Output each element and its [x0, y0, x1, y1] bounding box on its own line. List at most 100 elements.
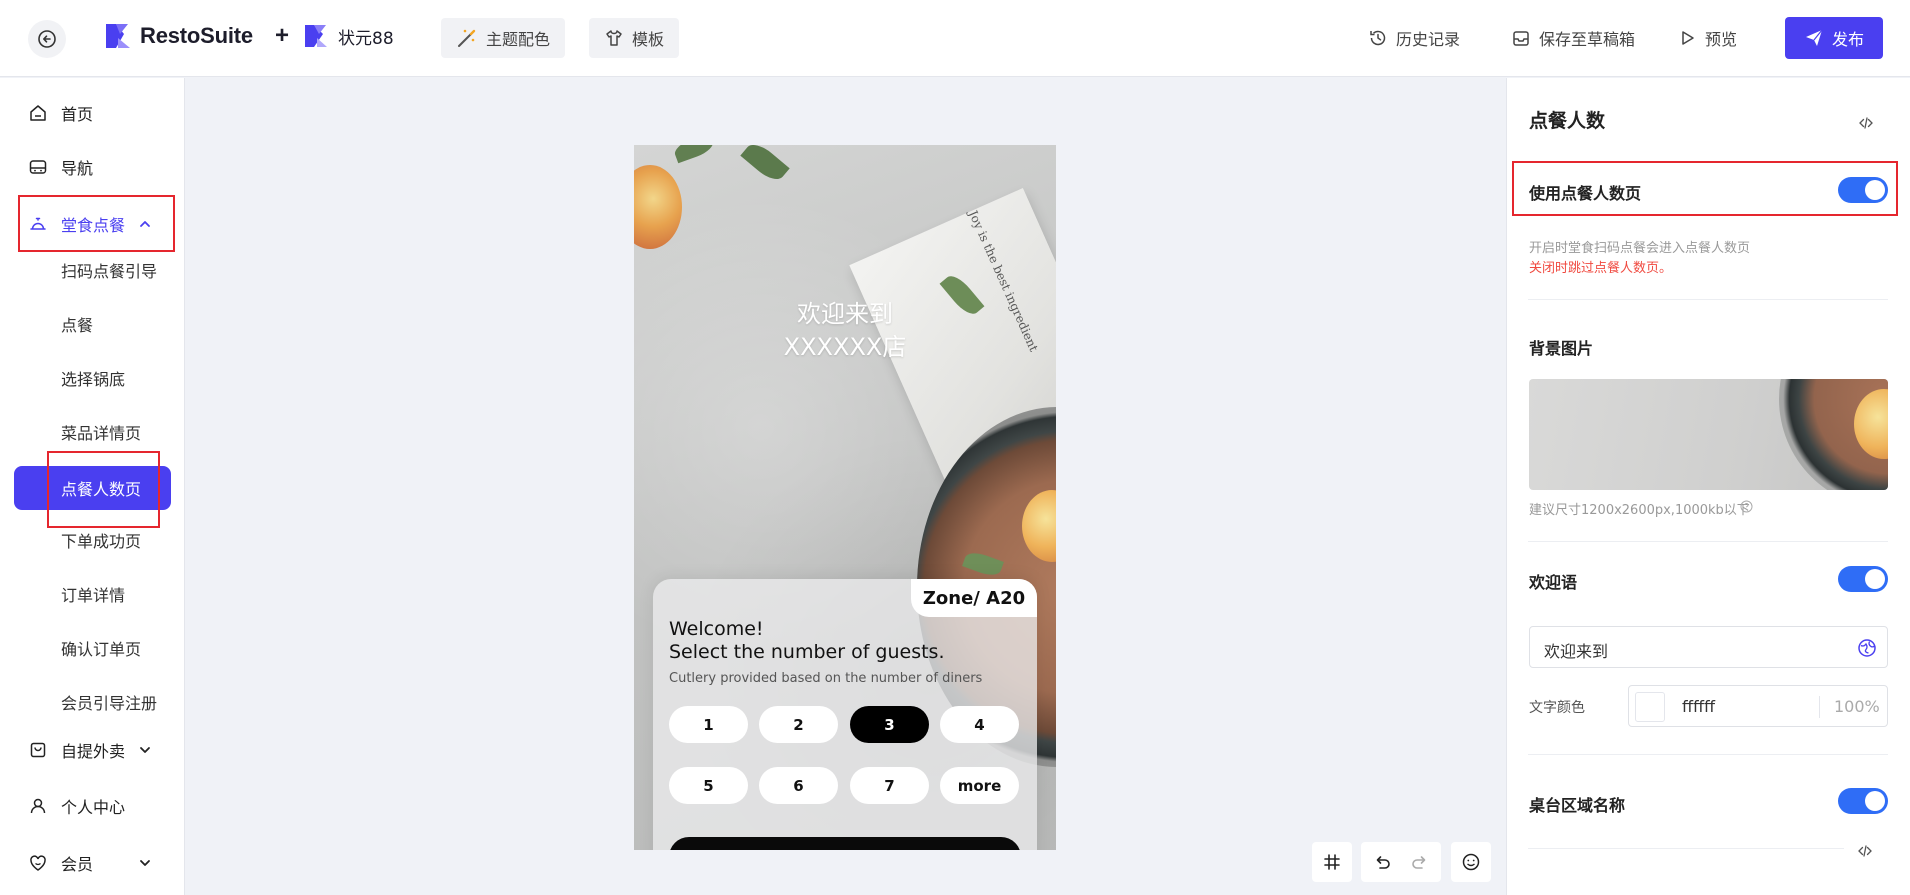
history-button[interactable]: 历史记录	[1368, 26, 1460, 50]
save-draft-label: 保存至草稿箱	[1539, 30, 1636, 49]
divider	[1528, 848, 1844, 849]
welcome-line-1: 欢迎来到	[797, 300, 893, 328]
guest-option-6[interactable]: 6	[759, 767, 838, 804]
history-clock-icon	[1370, 30, 1386, 46]
guest-select-card: Zone/ A20 Welcome! Select the number of …	[653, 579, 1037, 850]
sidebar-item-label: 会员	[61, 855, 94, 874]
guest-option-7[interactable]: 7	[850, 767, 929, 804]
bg-image-hint: 建议尺寸1200x2600px,1000kb以下	[1529, 503, 1750, 518]
color-opacity-value: 100%	[1834, 697, 1880, 716]
publish-label: 发布	[1831, 30, 1864, 49]
brand-name: RestoSuite	[140, 23, 253, 48]
sidebar-item-label: 堂食点餐	[61, 216, 126, 235]
template-label: 模板	[632, 30, 665, 49]
grid-toggle-button[interactable]	[1312, 842, 1352, 882]
sub-item-scan-guide[interactable]: 扫码点餐引导	[61, 260, 157, 284]
welcome-text-input[interactable]: 欢迎来到	[1529, 626, 1888, 668]
sidebar-item-label: 首页	[61, 105, 94, 124]
member-icon	[30, 855, 46, 871]
sub-item-soup-base[interactable]: 选择锅底	[61, 368, 125, 392]
draft-box-icon	[1513, 31, 1529, 46]
divider	[1528, 541, 1888, 542]
history-tools	[1361, 842, 1441, 882]
store-name: 状元88	[338, 28, 394, 49]
magic-wand-icon	[458, 29, 476, 47]
sub-item-order-success[interactable]: 下单成功页	[61, 530, 141, 554]
divider	[1819, 696, 1820, 718]
store-brand: 状元88	[302, 22, 394, 50]
redo-icon[interactable]	[1410, 852, 1430, 872]
sub-item-order-detail[interactable]: 订单详情	[61, 584, 125, 608]
theme-color-button[interactable]: 主题配色	[441, 18, 566, 58]
left-sidebar: 首页 导航 堂食点餐 扫码点餐引导 点餐 选择锅底 菜品详情页 点餐人数页 下单…	[0, 78, 185, 895]
zone-tag: Zone/ A20	[911, 579, 1037, 617]
color-swatch[interactable]	[1635, 692, 1665, 722]
sub-item-guest-count[interactable]: 点餐人数页	[14, 466, 171, 510]
welcome-text-label: 欢迎语	[1529, 573, 1578, 592]
sub-item-confirm-order[interactable]: 确认订单页	[61, 638, 141, 662]
sidebar-item-home[interactable]: 首页	[0, 93, 185, 133]
sidebar-item-label: 导航	[61, 159, 94, 178]
guest-option-2[interactable]: 2	[759, 706, 838, 743]
sub-item-dish-detail[interactable]: 菜品详情页	[61, 422, 141, 446]
back-button[interactable]	[28, 20, 66, 58]
guest-option-4[interactable]: 4	[940, 706, 1019, 743]
card-welcome: Welcome!	[669, 618, 764, 640]
help-question-icon[interactable]	[1740, 500, 1753, 513]
guest-option-3-selected[interactable]: 3	[850, 706, 929, 743]
code-icon[interactable]	[1859, 116, 1873, 130]
translate-globe-icon[interactable]	[1857, 638, 1877, 658]
template-button[interactable]: 模板	[589, 18, 680, 58]
emoji-button[interactable]	[1451, 842, 1491, 882]
panel-title: 点餐人数	[1529, 110, 1606, 132]
color-hex-value: ffffff	[1682, 697, 1716, 716]
phone-preview[interactable]: Joy is the best ingredient 欢迎来到 XXXXXX店 …	[634, 145, 1056, 850]
use-page-toggle[interactable]	[1838, 177, 1888, 203]
send-plane-icon	[1805, 29, 1823, 46]
theme-color-label: 主题配色	[486, 30, 551, 49]
use-page-hint-on: 开启时堂食扫码点餐会进入点餐人数页	[1529, 241, 1751, 256]
grid-hash-icon	[1324, 854, 1340, 870]
store-logo-icon	[305, 25, 327, 47]
sidebar-item-label: 个人中心	[61, 798, 126, 817]
chevron-down-icon	[140, 747, 150, 753]
welcome-line-2: XXXXXX店	[783, 333, 907, 361]
zone-name-label: 桌台区域名称	[1529, 796, 1626, 815]
publish-button[interactable]: 发布	[1785, 17, 1883, 59]
use-page-label: 使用点餐人数页	[1529, 184, 1642, 203]
save-draft-button[interactable]: 保存至草稿箱	[1511, 26, 1635, 50]
sub-item-order[interactable]: 点餐	[61, 314, 93, 338]
takeaway-icon	[30, 742, 46, 758]
sub-item-member-signup[interactable]: 会员引导注册	[61, 692, 157, 716]
preview-button[interactable]: 预览	[1677, 26, 1737, 50]
sidebar-item-label: 自提外卖	[61, 742, 126, 761]
undo-icon[interactable]	[1372, 852, 1392, 872]
back-arrow-icon	[38, 30, 56, 48]
welcome-text-toggle[interactable]	[1838, 566, 1888, 592]
sidebar-item-member[interactable]: 会员	[0, 843, 185, 883]
bg-image-upload[interactable]	[1529, 379, 1888, 490]
zone-name-toggle[interactable]	[1838, 788, 1888, 814]
home-icon	[30, 105, 46, 121]
restosuite-logo-icon	[106, 24, 130, 48]
guest-option-more[interactable]: more	[940, 767, 1019, 804]
divider	[1528, 299, 1888, 300]
sidebar-item-takeaway[interactable]: 自提外卖	[0, 730, 185, 770]
bg-image-label: 背景图片	[1529, 339, 1594, 358]
guest-option-5[interactable]: 5	[669, 767, 748, 804]
code-icon[interactable]	[1858, 844, 1872, 858]
top-header: RestoSuite + 状元88 主题配色 模板 历史记录 保存至草稿箱 预览…	[0, 0, 1910, 77]
navigation-icon	[29, 160, 47, 174]
card-subtitle: Cutlery provided based on the number of …	[669, 671, 983, 686]
sidebar-item-profile[interactable]: 个人中心	[0, 786, 185, 826]
text-color-picker[interactable]: ffffff 100%	[1628, 685, 1888, 727]
sidebar-item-navigation[interactable]: 导航	[0, 147, 185, 187]
dine-in-icon	[30, 217, 46, 230]
text-color-label: 文字颜色	[1529, 700, 1585, 716]
sidebar-item-dine-in[interactable]: 堂食点餐	[0, 204, 185, 244]
history-label: 历史记录	[1396, 30, 1461, 49]
confirm-button[interactable]	[669, 837, 1021, 850]
user-icon	[30, 798, 46, 814]
divider	[1528, 754, 1888, 755]
guest-option-1[interactable]: 1	[669, 706, 748, 743]
